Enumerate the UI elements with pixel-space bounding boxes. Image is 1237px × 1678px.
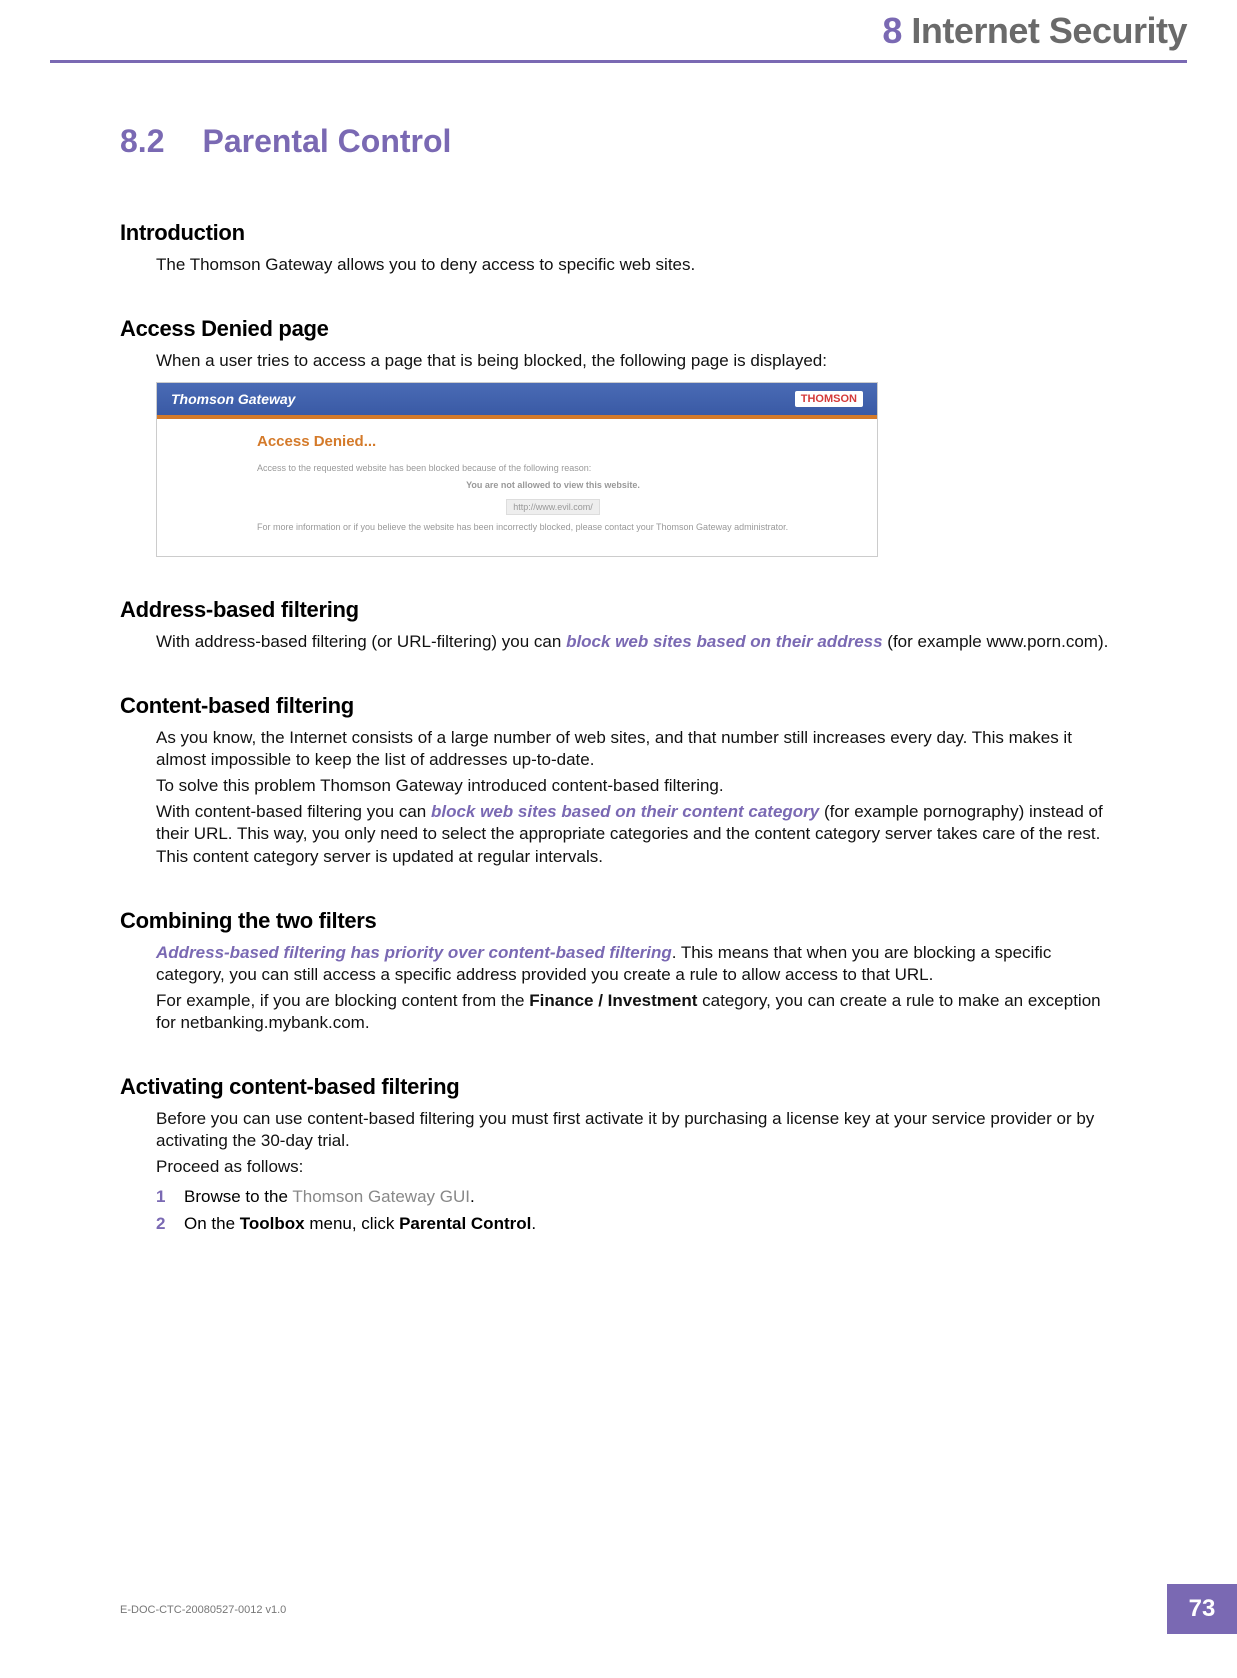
address-p1c: (for example www.porn.com). (883, 632, 1109, 651)
page-header: 8 Internet Security (50, 0, 1187, 63)
step2-c: menu, click (305, 1214, 399, 1233)
combine-emph: Address-based filtering has priority ove… (156, 943, 672, 962)
address-text: With address-based filtering (or URL-fil… (156, 631, 1117, 653)
step1-c: . (470, 1187, 475, 1206)
footer-docid: E-DOC-CTC-20080527-0012 v1.0 (120, 1604, 286, 1616)
chapter-title-text: Internet Security (911, 10, 1187, 51)
activate-step-2: 2 On the Toolbox menu, click Parental Co… (156, 1211, 1117, 1237)
shot-line3: For more information or if you believe t… (257, 521, 849, 534)
section-number: 8.2 (120, 123, 164, 160)
shot-heading: Access Denied... (257, 433, 849, 450)
combine-p2a: For example, if you are blocking content… (156, 991, 529, 1010)
activate-p2: Proceed as follows: (156, 1156, 1117, 1178)
shot-titlebar: Thomson Gateway THOMSON (157, 383, 877, 419)
activate-step-1: 1 Browse to the Thomson Gateway GUI. (156, 1184, 1117, 1210)
content-emph: block web sites based on their content c… (431, 802, 819, 821)
shot-line2: You are not allowed to view this website… (257, 479, 849, 492)
combine-p2: For example, if you are blocking content… (156, 990, 1117, 1034)
page-footer: E-DOC-CTC-20080527-0012 v1.0 73 (0, 1594, 1237, 1634)
combine-heading: Combining the two filters (120, 908, 1117, 934)
address-p1a: With address-based filtering (or URL-fil… (156, 632, 566, 651)
step2-a: On the (184, 1214, 240, 1233)
shot-url: http://www.evil.com/ (506, 499, 600, 515)
shot-url-wrap: http://www.evil.com/ (257, 497, 849, 515)
page-content: 8.2 Parental Control Introduction The Tho… (0, 63, 1237, 1237)
denied-heading: Access Denied page (120, 316, 1117, 342)
section-title: 8.2 Parental Control (120, 123, 1117, 160)
step2-e: . (531, 1214, 536, 1233)
combine-p1: Address-based filtering has priority ove… (156, 942, 1117, 986)
shot-body: Access Denied... Access to the requested… (157, 419, 877, 556)
denied-text: When a user tries to access a page that … (156, 350, 1117, 372)
step2-b: Toolbox (240, 1214, 305, 1233)
intro-heading: Introduction (120, 220, 1117, 246)
shot-bar-logo: THOMSON (795, 391, 863, 407)
content-p1: As you know, the Internet consists of a … (156, 727, 1117, 771)
section-title-text: Parental Control (202, 123, 451, 159)
address-heading: Address-based filtering (120, 597, 1117, 623)
content-heading: Content-based filtering (120, 693, 1117, 719)
step1-link: Thomson Gateway GUI (292, 1187, 470, 1206)
footer-page-number: 73 (1167, 1584, 1237, 1634)
content-p3a: With content-based filtering you can (156, 802, 431, 821)
step-number: 1 (156, 1184, 165, 1210)
activate-heading: Activating content-based filtering (120, 1074, 1117, 1100)
step1-a: Browse to the (184, 1187, 292, 1206)
chapter-number: 8 (882, 10, 902, 51)
step2-d: Parental Control (399, 1214, 531, 1233)
shot-line1: Access to the requested website has been… (257, 462, 849, 475)
shot-bar-title: Thomson Gateway (171, 391, 295, 407)
combine-bold: Finance / Investment (529, 991, 697, 1010)
step-number: 2 (156, 1211, 165, 1237)
intro-text: The Thomson Gateway allows you to deny a… (156, 254, 1117, 276)
page: 8 Internet Security 8.2 Parental Control … (0, 0, 1237, 1678)
chapter-title: 8 Internet Security (882, 10, 1187, 52)
address-emph: block web sites based on their address (566, 632, 883, 651)
activate-p1: Before you can use content-based filteri… (156, 1108, 1117, 1152)
content-p3: With content-based filtering you can blo… (156, 801, 1117, 867)
activate-steps: 1 Browse to the Thomson Gateway GUI. 2 O… (156, 1184, 1117, 1237)
content-p2: To solve this problem Thomson Gateway in… (156, 775, 1117, 797)
access-denied-screenshot: Thomson Gateway THOMSON Access Denied...… (156, 382, 878, 557)
